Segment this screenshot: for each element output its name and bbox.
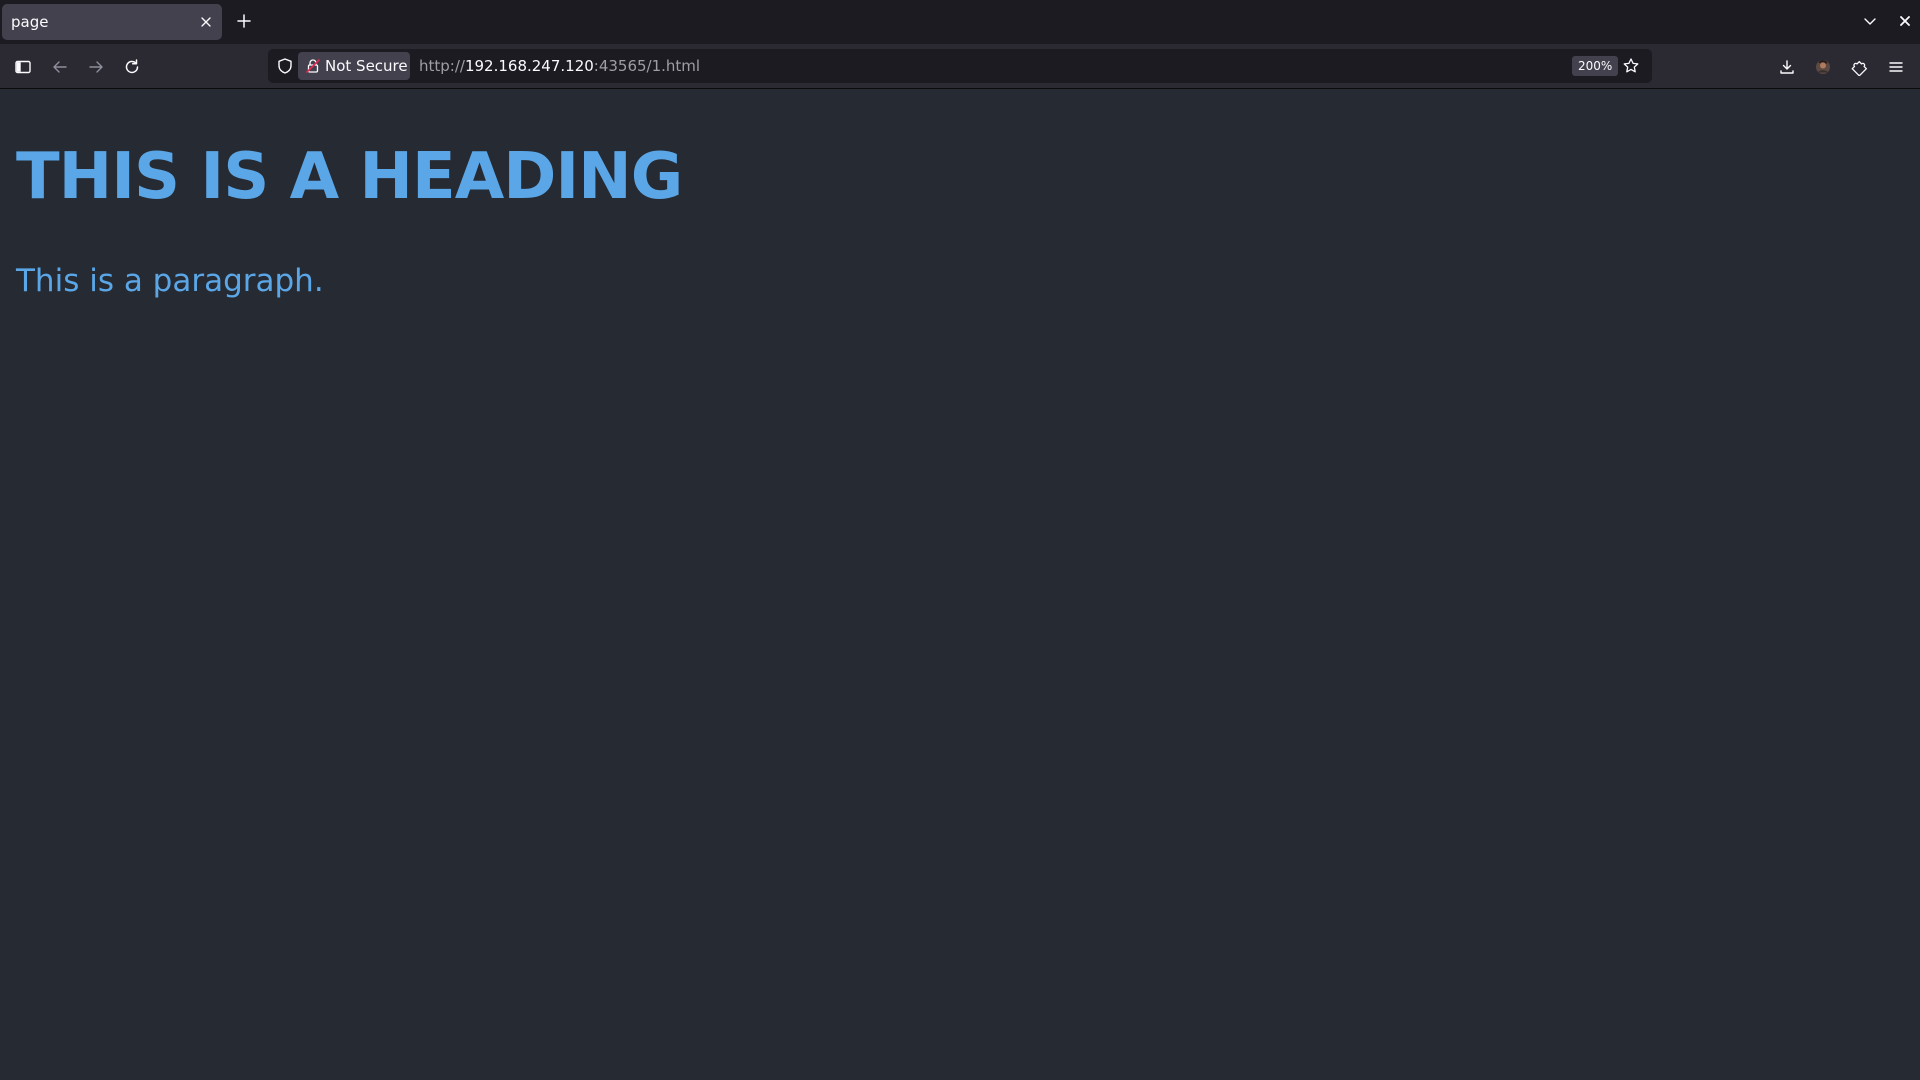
hamburger-menu-icon[interactable] (1884, 55, 1908, 79)
close-tab-icon[interactable] (198, 14, 214, 30)
url-text[interactable]: http://192.168.247.120:43565/1.html (419, 57, 700, 75)
url-path: :43565/1.html (593, 57, 701, 75)
zoom-level-button[interactable]: 200% (1572, 56, 1619, 76)
back-arrow-icon[interactable] (48, 55, 72, 79)
tab-strip: page (0, 0, 1920, 44)
page-content: THIS IS A HEADING This is a paragraph. (0, 89, 1920, 1080)
navigation-toolbar: Not Secure http://192.168.247.120:43565/… (0, 44, 1920, 89)
lock-icon (305, 58, 321, 74)
sidebar-icon[interactable] (11, 55, 35, 79)
url-bar[interactable]: Not Secure http://192.168.247.120:43565/… (268, 49, 1652, 83)
new-tab-icon[interactable] (236, 13, 252, 29)
page-paragraph: This is a paragraph. (16, 263, 324, 299)
not-secure-label: Not Secure (325, 57, 408, 75)
avatar[interactable] (1811, 55, 1835, 79)
tab-title: page (11, 13, 49, 31)
star-icon[interactable] (1622, 57, 1640, 75)
shield-icon[interactable] (276, 57, 294, 75)
reload-icon[interactable] (120, 55, 144, 79)
tab-page[interactable]: page (2, 4, 222, 40)
puzzle-icon[interactable] (1848, 55, 1872, 79)
download-icon[interactable] (1775, 55, 1799, 79)
window-close-icon[interactable] (1897, 13, 1913, 29)
chevron-down-icon[interactable] (1862, 13, 1878, 29)
url-scheme: http:// (419, 57, 465, 75)
page-heading: THIS IS A HEADING (16, 140, 683, 214)
url-host: 192.168.247.120 (464, 57, 594, 75)
forward-arrow-icon[interactable] (84, 55, 108, 79)
security-indicator[interactable]: Not Secure (298, 52, 410, 80)
